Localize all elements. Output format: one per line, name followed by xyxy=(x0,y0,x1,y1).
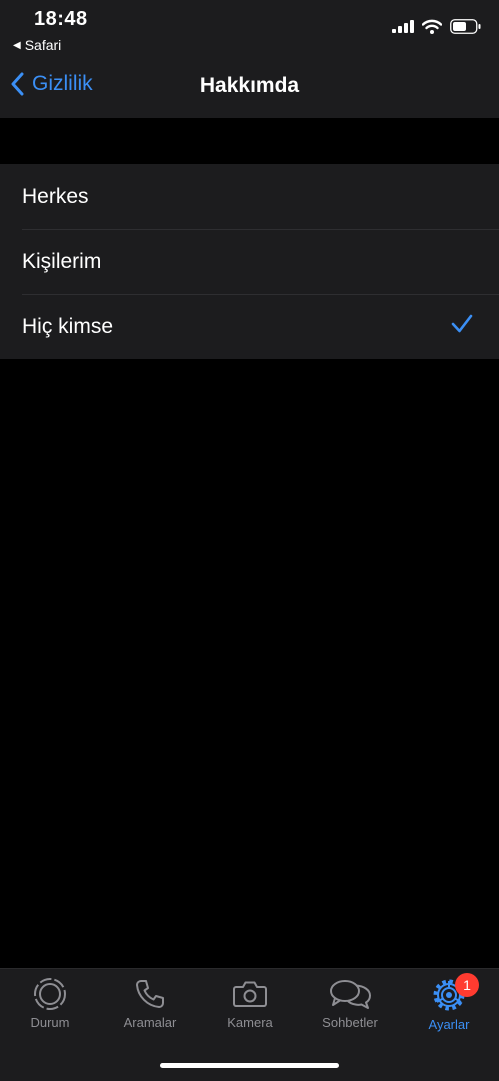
option-label: Herkes xyxy=(22,184,89,208)
camera-icon xyxy=(233,981,267,1007)
status-icon xyxy=(34,978,66,1010)
status-icons xyxy=(392,19,481,34)
option-label: Hiç kimse xyxy=(22,314,114,338)
chats-icon xyxy=(330,980,371,1009)
wifi-icon xyxy=(422,19,442,34)
tab-durum[interactable]: Durum xyxy=(0,977,100,1030)
notification-badge: 1 xyxy=(455,973,479,997)
back-to-app-link[interactable]: ◀ Safari xyxy=(13,37,61,53)
tab-label: Aramalar xyxy=(123,1015,177,1030)
home-indicator[interactable] xyxy=(160,1063,339,1068)
tab-sohbetler[interactable]: Sohbetler xyxy=(300,977,400,1030)
option-label: Kişilerim xyxy=(22,249,102,273)
tab-label: Kamera xyxy=(227,1015,273,1030)
header: 18:48 ◀ Safari Gizlilik Hakkımda xyxy=(0,0,499,118)
phone-icon xyxy=(136,980,164,1008)
tab-kamera[interactable]: Kamera xyxy=(200,977,300,1030)
back-triangle-icon: ◀ xyxy=(13,39,21,51)
option-hic-kimse[interactable]: Hiç kimse xyxy=(0,294,499,359)
status-time: 18:48 xyxy=(34,8,88,30)
page-title: Hakkımda xyxy=(199,74,300,97)
tab-label: Sohbetler xyxy=(322,1015,378,1030)
battery-icon xyxy=(450,19,481,34)
option-herkes[interactable]: Herkes xyxy=(0,164,499,229)
tab-label: Durum xyxy=(30,1015,70,1030)
cellular-signal-icon xyxy=(392,20,414,33)
tab-ayarlar[interactable]: 1 Ayarlar xyxy=(399,973,499,1032)
option-kisilerim[interactable]: Kişilerim xyxy=(0,229,499,294)
back-app-label: Safari xyxy=(24,37,62,53)
visibility-options-list: Herkes Kişilerim Hiç kimse xyxy=(0,164,499,359)
checkmark-icon xyxy=(451,314,473,333)
tab-aramalar[interactable]: Aramalar xyxy=(100,977,200,1030)
tab-label: Ayarlar xyxy=(428,1017,470,1032)
